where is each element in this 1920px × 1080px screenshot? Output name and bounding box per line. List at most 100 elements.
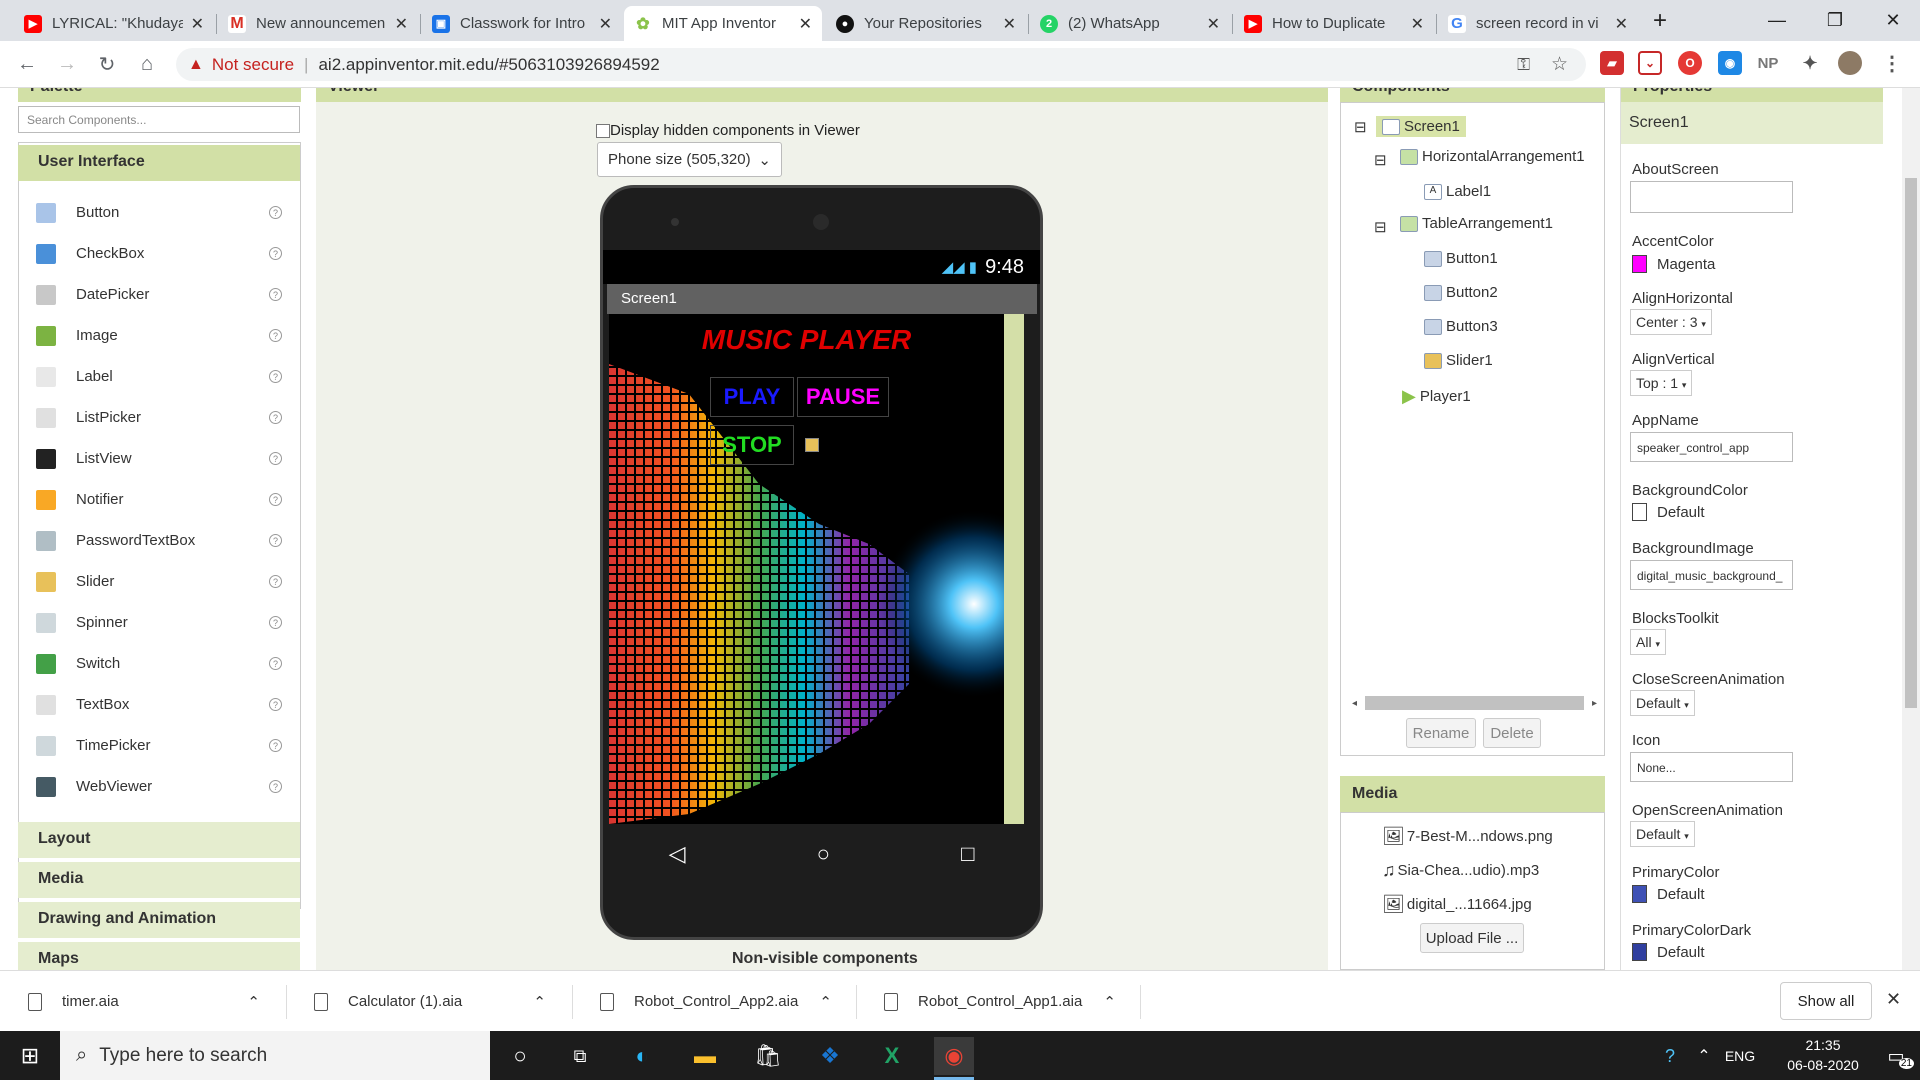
- tab-google-search[interactable]: G screen record in vi ✕: [1438, 6, 1638, 41]
- download-item[interactable]: timer.aia ⌃: [0, 971, 284, 1032]
- palette-item-slider[interactable]: Slider?: [18, 561, 300, 602]
- excel-icon[interactable]: X: [872, 1037, 912, 1075]
- chrome-icon[interactable]: ◉: [934, 1037, 974, 1075]
- stop-button[interactable]: STOP: [710, 425, 794, 465]
- windows-start-icon[interactable]: ⊞: [10, 1037, 50, 1075]
- help-icon[interactable]: ?: [269, 698, 282, 711]
- palette-search-input[interactable]: Search Components...: [18, 106, 300, 133]
- help-icon[interactable]: ?: [269, 780, 282, 793]
- show-all-button[interactable]: Show all: [1780, 982, 1872, 1020]
- play-button[interactable]: PLAY: [710, 377, 794, 417]
- help-icon[interactable]: ?: [269, 493, 282, 506]
- prop-blocks-select[interactable]: All ▾: [1630, 629, 1666, 655]
- taskbar-search[interactable]: ⌕ Type here to search: [60, 1031, 490, 1080]
- security-label[interactable]: Not secure: [212, 55, 294, 75]
- help-icon[interactable]: ?: [269, 534, 282, 547]
- store-icon[interactable]: 🛍: [748, 1037, 788, 1075]
- rename-button[interactable]: Rename: [1406, 718, 1476, 748]
- prop-alignh-select[interactable]: Center : 3 ▾: [1630, 309, 1712, 335]
- task-view-icon[interactable]: ⧉: [560, 1037, 600, 1075]
- help-icon[interactable]: ?: [269, 411, 282, 424]
- palette-item-button[interactable]: Button?: [18, 192, 300, 233]
- collapse-icon[interactable]: ⊟: [1354, 118, 1367, 136]
- help-icon[interactable]: ?: [269, 739, 282, 752]
- palette-item-listview[interactable]: ListView?: [18, 438, 300, 479]
- bookmark-star-icon[interactable]: ☆: [1551, 53, 1568, 76]
- help-icon[interactable]: ?: [269, 329, 282, 342]
- nav-back-icon[interactable]: ◁: [669, 841, 686, 867]
- forward-icon[interactable]: →: [52, 49, 82, 79]
- edge-icon[interactable]: ◐: [622, 1037, 662, 1075]
- media-file-mp3[interactable]: ♫ Sia-Chea...udio).mp3: [1382, 860, 1539, 881]
- close-icon[interactable]: ✕: [1886, 989, 1901, 1010]
- close-icon[interactable]: ✕: [599, 14, 612, 34]
- close-icon[interactable]: ✕: [1615, 14, 1628, 34]
- close-icon[interactable]: ✕: [1003, 14, 1016, 34]
- tree-screen1[interactable]: Screen1: [1376, 116, 1466, 137]
- tree-button2[interactable]: Button2: [1424, 284, 1498, 301]
- nav-home-icon[interactable]: ○: [817, 841, 830, 867]
- tab-whatsapp[interactable]: 2 (2) WhatsApp ✕: [1030, 6, 1230, 41]
- media-file-jpg[interactable]: 🖼 digital_...11664.jpg: [1382, 894, 1532, 915]
- prop-bgimage-input[interactable]: digital_music_background_: [1630, 560, 1793, 590]
- tree-table-arrangement[interactable]: TableArrangement1: [1400, 215, 1553, 232]
- hidden-components-checkbox[interactable]: [596, 123, 610, 138]
- prop-primary-value[interactable]: Default: [1630, 885, 1705, 903]
- np-extension-icon[interactable]: NP: [1756, 51, 1780, 75]
- prop-alignv-select[interactable]: Top : 1 ▾: [1630, 370, 1693, 396]
- new-tab-button[interactable]: +: [1640, 0, 1680, 41]
- components-hscroll[interactable]: ◂ ▸: [1352, 696, 1597, 710]
- profile-avatar[interactable]: [1838, 51, 1862, 75]
- media-file-png[interactable]: 🖼 7-Best-M...ndows.png: [1382, 826, 1553, 847]
- palette-item-label[interactable]: Label?: [18, 356, 300, 397]
- nav-recents-icon[interactable]: □: [961, 841, 974, 867]
- maximize-button[interactable]: ❐: [1806, 0, 1864, 41]
- home-icon[interactable]: ⌂: [132, 49, 162, 79]
- notifications-icon[interactable]: ▭ 21: [1876, 1037, 1916, 1075]
- prop-icon-input[interactable]: None...: [1630, 752, 1793, 782]
- category-media[interactable]: Media: [18, 862, 300, 898]
- page-scrollbar[interactable]: [1902, 88, 1920, 970]
- category-user-interface[interactable]: User Interface: [18, 145, 300, 181]
- palette-item-datepicker[interactable]: DatePicker?: [18, 274, 300, 315]
- palette-item-passwordtextbox[interactable]: PasswordTextBox?: [18, 520, 300, 561]
- key-icon[interactable]: ⚿: [1517, 55, 1530, 75]
- collapse-icon[interactable]: ⊟: [1374, 151, 1387, 169]
- chevron-up-icon[interactable]: ⌃: [247, 993, 260, 1011]
- palette-item-timepicker[interactable]: TimePicker?: [18, 725, 300, 766]
- help-icon[interactable]: ?: [269, 370, 282, 383]
- cortana-icon[interactable]: ○: [500, 1037, 540, 1075]
- tab-gmail[interactable]: M New announcemen ✕: [218, 6, 418, 41]
- prop-open-anim-select[interactable]: Default ▾: [1630, 821, 1695, 847]
- extensions-puzzle-icon[interactable]: ✦: [1798, 51, 1822, 75]
- help-icon[interactable]: ?: [269, 288, 282, 301]
- help-icon[interactable]: ?: [269, 452, 282, 465]
- close-window-button[interactable]: ✕: [1864, 0, 1920, 41]
- prop-close-anim-select[interactable]: Default ▾: [1630, 690, 1695, 716]
- download-item[interactable]: Calculator (1).aia ⌃: [286, 971, 570, 1032]
- prop-appname-input[interactable]: speaker_control_app: [1630, 432, 1793, 462]
- tree-button1[interactable]: Button1: [1424, 250, 1498, 267]
- help-icon[interactable]: ?: [269, 616, 282, 629]
- chevron-up-icon[interactable]: ⌃: [1103, 993, 1116, 1011]
- tab-youtube-duplicate[interactable]: ▶ How to Duplicate ✕: [1234, 6, 1434, 41]
- close-icon[interactable]: ✕: [1207, 14, 1220, 34]
- prop-about-input[interactable]: [1630, 181, 1793, 213]
- category-drawing-animation[interactable]: Drawing and Animation: [18, 902, 300, 938]
- prop-primarydark-value[interactable]: Default: [1630, 943, 1705, 961]
- category-maps[interactable]: Maps: [18, 942, 300, 970]
- download-item[interactable]: Robot_Control_App1.aia ⌃: [856, 971, 1140, 1032]
- prop-accent-value[interactable]: Magenta: [1630, 255, 1715, 273]
- clock[interactable]: 21:35 06-08-2020: [1768, 1035, 1878, 1075]
- opera-icon[interactable]: O: [1678, 51, 1702, 75]
- tab-app-inventor[interactable]: ✿ MIT App Inventor ✕: [624, 6, 822, 41]
- collapse-icon[interactable]: ⊟: [1374, 218, 1387, 236]
- close-icon[interactable]: ✕: [799, 14, 812, 34]
- screen-record-icon[interactable]: ◉: [1718, 51, 1742, 75]
- dropbox-icon[interactable]: ❖: [810, 1037, 850, 1075]
- close-icon[interactable]: ✕: [191, 14, 204, 34]
- file-explorer-icon[interactable]: ▬: [685, 1037, 725, 1075]
- palette-item-checkbox[interactable]: CheckBox?: [18, 233, 300, 274]
- tree-label1[interactable]: A Label1: [1424, 183, 1491, 200]
- pocket-icon[interactable]: ⌄: [1638, 51, 1662, 75]
